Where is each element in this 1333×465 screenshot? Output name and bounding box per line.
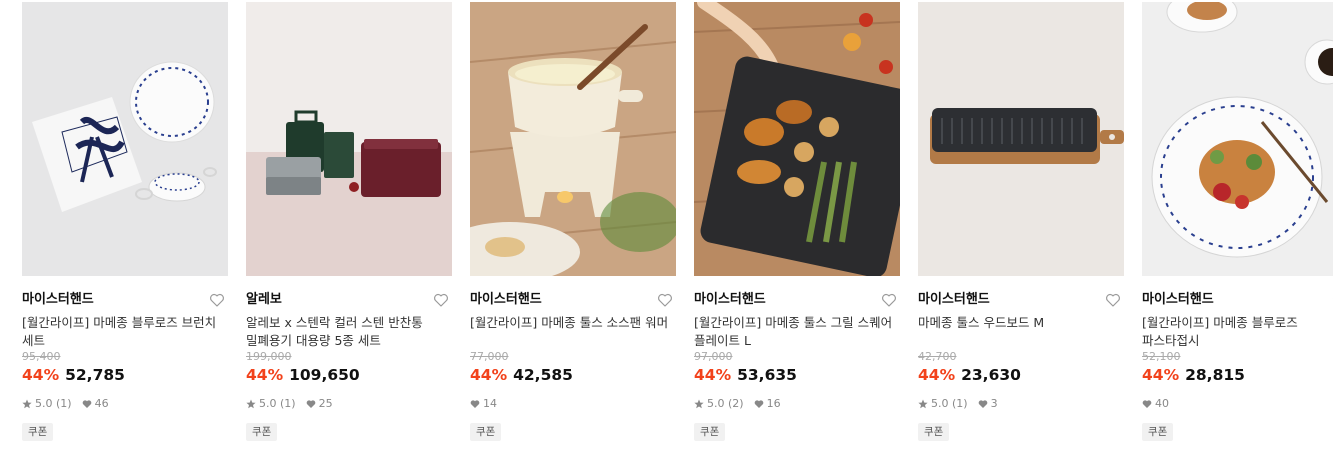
sale-price: 53,635 [737,366,797,384]
coupon-badge: 쿠폰 [694,423,726,441]
brand-name[interactable]: 마이스터핸드 [694,290,900,310]
heart-outline-icon[interactable] [880,291,898,309]
like-count: 16 [766,397,781,410]
sale-price: 28,815 [1185,366,1245,384]
sale-price: 42,585 [513,366,573,384]
brand-name[interactable]: 마이스터핸드 [470,290,676,310]
product-card[interactable]: 마이스터핸드 [월간라이프] 마메종 툴스 그릴 스퀘어 플레이트 L 97,0… [694,2,900,441]
grill-plate-image[interactable] [694,2,900,276]
brunch-set-image[interactable] [22,2,228,276]
review-meta: 5.0 (1) 3 [918,397,1124,411]
coupon-badge: 쿠폰 [246,423,278,441]
brand-line: 마이스터핸드 [918,290,1124,310]
like-count: 14 [483,397,497,410]
brand-line: 마이스터핸드 [470,290,676,310]
price-line: 44% 52,785 [22,365,228,385]
product-title[interactable]: [월간라이프] 마메종 툴스 그릴 스퀘어 플레이트 L [694,314,900,350]
original-price: 199,000 [246,350,292,363]
price-line: 44% 42,585 [470,365,676,385]
product-card[interactable]: 마이스터핸드 [월간라이프] 마메종 블루로즈 브런치 세트 95,400 44… [22,2,228,441]
review-meta: 5.0 (1) 46 [22,397,228,411]
sauce-warmer-image[interactable] [470,2,676,276]
discount-rate: 44% [470,366,508,384]
product-card[interactable]: 마이스터핸드 [월간라이프] 마메종 블루로즈 파스타접시 52,100 44%… [1142,2,1333,441]
like-count: 46 [94,397,109,410]
coupon-badge: 쿠폰 [918,423,950,441]
product-title[interactable]: 마메종 툴스 우드보드 M [918,314,1124,332]
product-row: 마이스터핸드 [월간라이프] 마메종 블루로즈 브런치 세트 95,400 44… [0,0,1333,465]
like-count: 40 [1155,397,1169,410]
original-price: 97,000 [694,350,733,363]
star-icon [22,399,32,409]
heart-outline-icon[interactable] [1104,291,1122,309]
rating-text: 5.0 (1) [35,397,72,410]
star-icon [246,399,256,409]
brand-line: 마이스터핸드 [1142,290,1333,310]
heart-outline-icon[interactable] [656,291,674,309]
review-meta: 5.0 (2) 16 [694,397,900,411]
heart-filled-icon [470,400,480,408]
star-icon [694,399,704,409]
product-card[interactable]: 마이스터핸드 [월간라이프] 마메종 툴스 소스팬 워머 77,000 44% 4… [470,2,676,441]
discount-rate: 44% [246,366,284,384]
product-title[interactable]: [월간라이프] 마메종 블루로즈 파스타접시 [1142,314,1317,350]
heart-outline-icon[interactable] [432,291,450,309]
brand-name[interactable]: 마이스터핸드 [918,290,1124,310]
star-icon [918,399,928,409]
heart-filled-icon [1142,400,1152,408]
price-line: 44% 28,815 [1142,365,1333,385]
sale-price: 52,785 [65,366,125,384]
product-title[interactable]: 알레보 x 스텐락 컬러 스텐 반찬통 밀폐용기 대용량 5종 세트 [246,314,452,350]
heart-filled-icon [978,400,987,408]
original-price: 95,400 [22,350,61,363]
brand-line: 마이스터핸드 [694,290,900,310]
rating-text: 5.0 (2) [707,397,744,410]
original-price: 52,100 [1142,350,1181,363]
product-card[interactable]: 알레보 알레보 x 스텐락 컬러 스텐 반찬통 밀폐용기 대용량 5종 세트 1… [246,2,452,441]
sale-price: 109,650 [289,366,360,384]
product-title[interactable]: [월간라이프] 마메종 블루로즈 브런치 세트 [22,314,228,350]
brand-line: 알레보 [246,290,452,310]
review-meta: 5.0 (1) 25 [246,397,452,411]
brand-name[interactable]: 마이스터핸드 [22,290,228,310]
original-price: 77,000 [470,350,509,363]
discount-rate: 44% [22,366,60,384]
original-price: 42,700 [918,350,957,363]
review-meta: 14 [470,397,676,411]
coupon-badge: 쿠폰 [470,423,502,441]
brand-name[interactable]: 알레보 [246,290,452,310]
like-count: 3 [990,397,998,410]
heart-filled-icon [82,400,91,408]
heart-filled-icon [306,400,315,408]
discount-rate: 44% [918,366,956,384]
brand-name[interactable]: 마이스터핸드 [1142,290,1333,310]
rating-text: 5.0 (1) [931,397,968,410]
review-meta: 40 [1142,397,1333,411]
wood-board-image[interactable] [918,2,1124,276]
rating-text: 5.0 (1) [259,397,296,410]
sale-price: 23,630 [961,366,1021,384]
price-line: 44% 109,650 [246,365,452,385]
product-title[interactable]: [월간라이프] 마메종 툴스 소스팬 워머 [470,314,676,350]
container-set-image[interactable] [246,2,452,276]
pasta-plate-image[interactable] [1142,2,1333,276]
heart-filled-icon [754,400,763,408]
discount-rate: 44% [1142,366,1180,384]
price-line: 44% 23,630 [918,365,1124,385]
discount-rate: 44% [694,366,732,384]
brand-line: 마이스터핸드 [22,290,228,310]
coupon-badge: 쿠폰 [22,423,54,441]
product-card[interactable]: 마이스터핸드 마메종 툴스 우드보드 M 42,700 44% 23,630 5.… [918,2,1124,441]
price-line: 44% 53,635 [694,365,900,385]
heart-outline-icon[interactable] [208,291,226,309]
coupon-badge: 쿠폰 [1142,423,1174,441]
like-count: 25 [318,397,333,410]
